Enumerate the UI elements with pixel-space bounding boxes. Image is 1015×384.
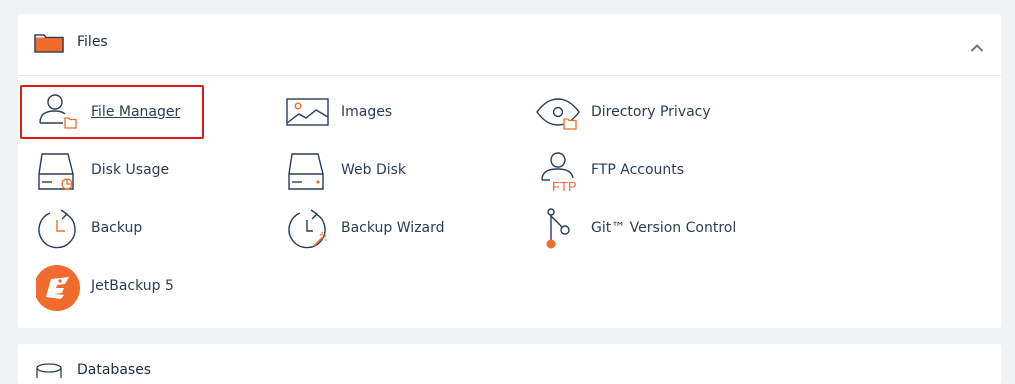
file-manager-icon [36, 90, 78, 136]
ftp-user-icon: FTP [536, 148, 582, 198]
backup-clock-icon [36, 206, 80, 254]
file-manager-link[interactable]: File Manager [36, 90, 236, 140]
git-version-control-link[interactable]: Git™ Version Control [536, 206, 776, 256]
web-disk-label: Web Disk [341, 162, 407, 178]
jetbackup-link[interactable]: JetBackup 5 [34, 264, 236, 316]
backup-wizard-link[interactable]: Backup Wizard [286, 206, 486, 256]
databases-section-title: Databases [77, 362, 152, 378]
ftp-accounts-label: FTP Accounts [591, 162, 685, 178]
disk-usage-label: Disk Usage [91, 162, 170, 178]
backup-wizard-label: Backup Wizard [341, 220, 445, 236]
disk-usage-icon [36, 148, 78, 196]
eye-icon [536, 90, 580, 136]
jetbackup-label: JetBackup 5 [91, 278, 174, 294]
images-link[interactable]: Images [286, 90, 486, 140]
backup-wizard-icon [286, 206, 330, 254]
disk-usage-link[interactable]: Disk Usage [36, 148, 236, 198]
directory-privacy-link[interactable]: Directory Privacy [536, 90, 756, 140]
chevron-up-icon[interactable] [970, 38, 984, 57]
databases-panel: Databases [18, 344, 1001, 384]
git-branch-icon [536, 206, 578, 256]
folder-icon [34, 33, 64, 57]
image-icon [286, 90, 330, 136]
web-disk-link[interactable]: Web Disk [286, 148, 486, 198]
ftp-icon-text: FTP [552, 179, 577, 194]
file-manager-label: File Manager [91, 104, 181, 120]
database-icon [34, 360, 64, 384]
git-version-control-label: Git™ Version Control [591, 220, 737, 236]
ftp-accounts-link[interactable]: FTP FTP Accounts [536, 148, 756, 198]
directory-privacy-label: Directory Privacy [591, 104, 711, 120]
files-section-title: Files [77, 34, 108, 50]
files-panel: Files File Manager Images Directory Priv… [18, 14, 1001, 328]
backup-link[interactable]: Backup [36, 206, 236, 256]
jetbackup-logo-icon [34, 264, 82, 316]
web-disk-icon [286, 148, 328, 196]
backup-label: Backup [91, 220, 143, 236]
images-label: Images [341, 104, 393, 120]
files-panel-header[interactable]: Files [18, 14, 1001, 76]
